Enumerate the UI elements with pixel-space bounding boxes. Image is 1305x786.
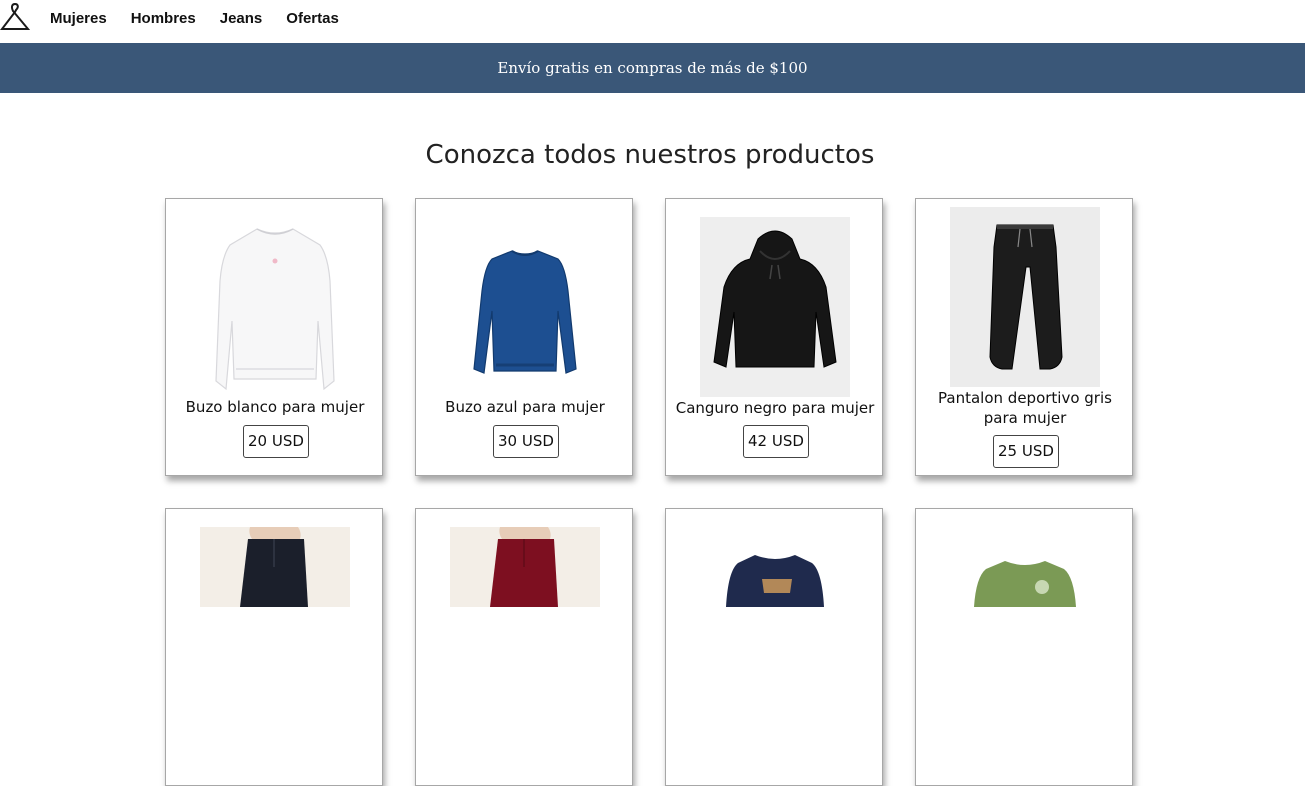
product-price-button[interactable]: 25 USD [993,435,1059,468]
product-card[interactable] [165,508,383,786]
product-price-button[interactable]: 30 USD [493,425,559,458]
top-navbar: Mujeres Hombres Jeans Ofertas [0,0,1305,43]
product-name: Buzo azul para mujer [445,398,605,416]
product-name: Buzo blanco para mujer [185,398,365,416]
green-sweatshirt-image [950,547,1100,607]
black-jeans-image [200,527,350,607]
grey-joggers-image [950,207,1100,387]
product-card[interactable] [415,508,633,786]
product-card[interactable]: Buzo azul para mujer 30 USD [415,198,633,476]
product-card[interactable]: Pantalon deportivo gris para mujer 25 US… [915,198,1133,476]
product-card[interactable] [665,508,883,786]
product-price-button[interactable]: 42 USD [743,425,809,458]
nav-link-mujeres[interactable]: Mujeres [50,10,107,27]
blue-sweater-image [450,221,600,393]
burgundy-pants-image [450,527,600,607]
page-title: Conozca todos nuestros productos [425,140,875,170]
black-hoodie-image [700,217,850,397]
product-price-button[interactable]: 20 USD [243,425,309,458]
promo-banner: Envío gratis en compras de más de $100 [0,43,1305,93]
nav-link-jeans[interactable]: Jeans [220,10,263,27]
product-name: Canguro negro para mujer [675,399,875,417]
nav-link-ofertas[interactable]: Ofertas [286,10,339,27]
product-card[interactable]: Buzo blanco para mujer 20 USD [165,198,383,476]
product-card[interactable] [915,508,1133,786]
product-name: Pantalon deportivo gris para mujer [938,389,1112,427]
navy-sweatshirt-image [700,547,850,607]
promo-banner-text: Envío gratis en compras de más de $100 [497,59,808,77]
nav-link-hombres[interactable]: Hombres [131,10,196,27]
white-sweater-image [200,221,350,393]
product-card[interactable]: Canguro negro para mujer 42 USD [665,198,883,476]
hanger-icon[interactable] [0,1,30,35]
